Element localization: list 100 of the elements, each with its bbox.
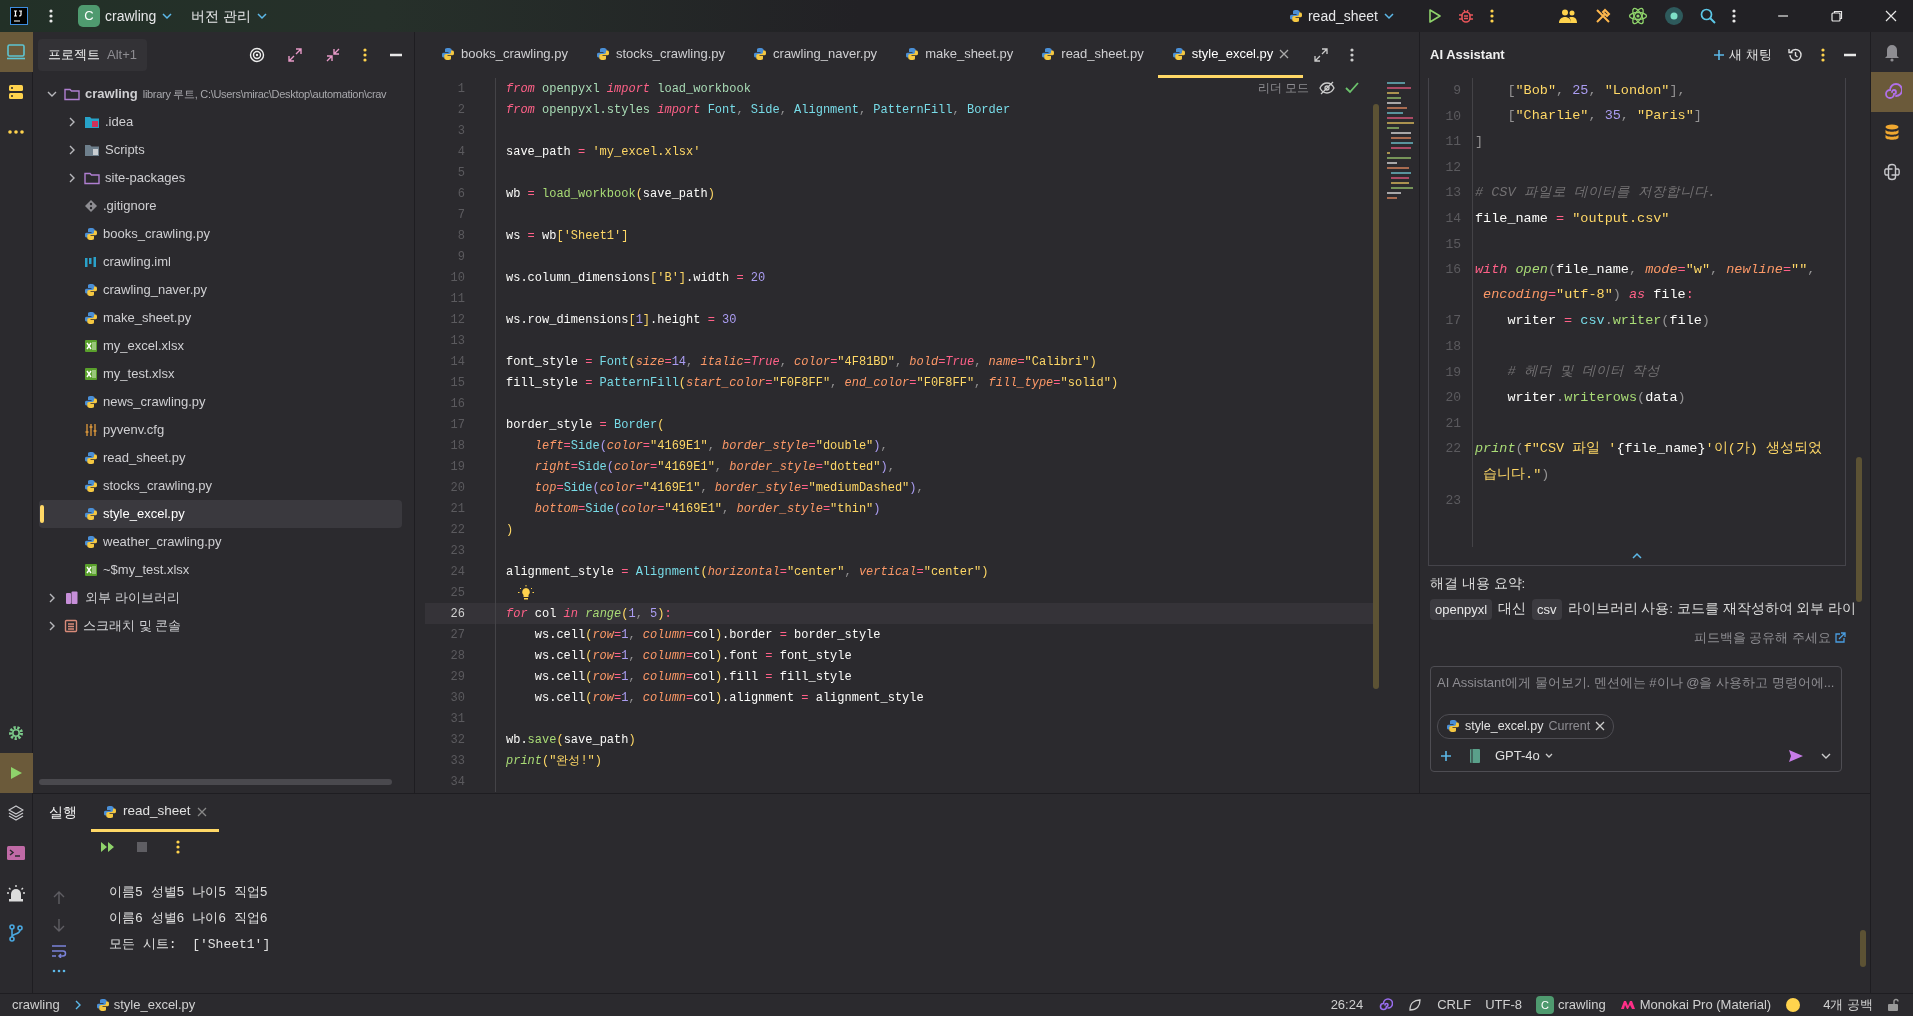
reader-mode-label[interactable]: 리더 모드: [1257, 79, 1309, 97]
tree-item[interactable]: crawling.iml: [39, 248, 402, 276]
context-file-chip[interactable]: style_excel.py Current: [1437, 714, 1615, 739]
tree-item[interactable]: 스크래치 및 콘솔: [39, 612, 402, 640]
editor-tab[interactable]: crawling_naver.py: [739, 32, 892, 78]
run-icon: [8, 765, 24, 781]
editor-tab[interactable]: stocks_crawling.py: [581, 32, 740, 78]
tree-item[interactable]: crawling library 루트, C:\Users\mirac\Desktop\automation\crav: [39, 80, 414, 108]
theme-indicator[interactable]: Monokai Pro (Material): [1619, 995, 1772, 1015]
chevron-up-icon[interactable]: [1631, 552, 1643, 560]
editor-tab[interactable]: make_sheet.py: [891, 32, 1028, 78]
code-line: ["Charlie", 35, "Paris"]: [1506, 107, 1702, 126]
editor-tab[interactable]: style_excel.py: [1157, 32, 1304, 78]
python-file-icon: [103, 804, 117, 819]
library-icon: [64, 590, 80, 606]
project-indicator[interactable]: C crawling: [1535, 995, 1606, 1015]
summary-text: 라이브러리 사용: 코드를 재작성하여 외부 라이: [1567, 600, 1857, 619]
lightbulb-icon[interactable]: [518, 584, 534, 601]
tools-icon: [1594, 7, 1612, 25]
caret-position[interactable]: 26:24: [1330, 995, 1364, 1015]
chevron-down-icon: [1383, 10, 1395, 22]
python-file-icon: [1041, 46, 1056, 61]
code-line: alignment_style = Alignment(horizontal="center", vertical="center"): [506, 563, 989, 581]
eye-slash-icon[interactable]: [1319, 81, 1335, 95]
tree-item[interactable]: Scripts: [39, 136, 402, 164]
scrollbar[interactable]: [1373, 104, 1379, 689]
line-number: 26: [449, 605, 465, 623]
shortcut-hint: Alt+1: [107, 46, 137, 65]
leaf-icon[interactable]: [1407, 997, 1424, 1013]
tree-item[interactable]: my_excel.xlsx: [39, 332, 402, 360]
summary-text: 대신: [1498, 600, 1527, 619]
plus-icon: [1713, 49, 1726, 61]
scrollbar[interactable]: [1856, 457, 1862, 602]
scratch-file-icon: [64, 619, 78, 633]
tree-item[interactable]: 외부 라이브러리: [39, 584, 402, 612]
inline-code: csv: [1532, 598, 1562, 620]
tree-item[interactable]: my_test.xlsx: [39, 360, 402, 388]
run-configuration[interactable]: read_sheet: [1284, 3, 1399, 29]
circle-icon[interactable]: [1785, 997, 1802, 1013]
app-logo[interactable]: [10, 7, 28, 25]
server-icon: [7, 83, 25, 101]
code-line: encoding="utf-8") as file:: [1482, 286, 1694, 305]
book-icon: [1468, 747, 1482, 764]
python-file-icon: [84, 311, 98, 325]
run-tool-button[interactable]: [0, 753, 33, 793]
code-line: ws.column_dimensions['B'].width = 20: [506, 269, 766, 287]
feedback-link[interactable]: 피드백을 공유해 주세요: [1693, 628, 1846, 648]
stop-icon: [136, 841, 148, 853]
kebab-icon: [1821, 47, 1825, 63]
code-line: ): [506, 521, 514, 539]
encoding[interactable]: UTF-8: [1485, 995, 1522, 1015]
tree-item[interactable]: news_crawling.py: [39, 388, 402, 416]
check-icon: [1345, 82, 1359, 94]
model-selector[interactable]: GPT-4o: [1495, 746, 1554, 766]
tree-item[interactable]: ~$my_test.xlsx: [39, 556, 402, 584]
new-chat-button[interactable]: 새 채팅: [1713, 45, 1772, 65]
code-line: bottom=Side(color="4169E1", border_style="thin"): [533, 500, 881, 518]
indent-setting[interactable]: 4개 공백: [1823, 995, 1873, 1015]
tree-item[interactable]: crawling_naver.py: [39, 276, 402, 304]
editor-tab[interactable]: books_crawling.py: [427, 32, 582, 78]
kebab-icon: [363, 47, 367, 63]
spiral-tool-button[interactable]: [1870, 72, 1913, 112]
close-icon[interactable]: [1279, 48, 1290, 59]
tree-item[interactable]: pyvenv.cfg: [39, 416, 402, 444]
breadcrumb-item[interactable]: style_excel.py: [95, 995, 196, 1015]
run-tab[interactable]: read_sheet: [91, 794, 219, 832]
path-text: library 루트, C:\Users\mirac\Desktop\automation\crav: [142, 86, 387, 102]
project-icon: [6, 43, 26, 61]
tree-item[interactable]: site-packages: [39, 164, 402, 192]
editor-tab[interactable]: read_sheet.py: [1027, 32, 1158, 78]
unlock-icon[interactable]: [1887, 998, 1899, 1012]
external-link-icon: [1834, 632, 1846, 644]
line-separator[interactable]: CRLF: [1437, 995, 1472, 1015]
tree-item[interactable]: read_sheet.py: [39, 444, 402, 472]
scrollbar[interactable]: [1860, 930, 1866, 967]
sliders-icon: [84, 423, 98, 437]
python-file-icon: [1171, 46, 1186, 61]
tree-item[interactable]: books_crawling.py: [39, 220, 402, 248]
python-file-icon: [753, 46, 768, 61]
tree-item[interactable]: make_sheet.py: [39, 304, 402, 332]
tree-item[interactable]: .idea: [39, 108, 402, 136]
project-selector[interactable]: C crawling: [74, 3, 178, 29]
vcs-menu[interactable]: 버전 관리: [187, 3, 273, 29]
code-line: font_style = Font(size=14, italic=True, color="4F81BD", bold=True, name="Calibri"): [506, 353, 1097, 371]
scrollbar[interactable]: [39, 779, 392, 785]
code-line: top=Side(color="4169E1", border_style="mediumDashed"),: [533, 479, 924, 497]
plus-icon: [1440, 749, 1452, 762]
tree-item[interactable]: stocks_crawling.py: [39, 472, 402, 500]
tree-item[interactable]: .gitignore: [39, 192, 402, 220]
chat-input[interactable]: AI Assistant에게 물어보기. 멘션에는 #이나 @을 사용하고 명령어에... style_excel.py Current GPT-4o: [1430, 665, 1842, 772]
code-line: writer.writerows(data): [1506, 388, 1686, 407]
close-icon[interactable]: [196, 806, 207, 817]
search-icon: [1700, 8, 1716, 24]
restore-icon: [1830, 9, 1844, 23]
breadcrumb-item[interactable]: crawling: [12, 995, 60, 1015]
send-icon: [1788, 748, 1804, 763]
python-file-icon: [95, 998, 110, 1012]
close-icon[interactable]: [1595, 721, 1606, 732]
tree-item[interactable]: style_excel.py: [39, 500, 402, 528]
tree-item[interactable]: weather_crawling.py: [39, 528, 402, 556]
